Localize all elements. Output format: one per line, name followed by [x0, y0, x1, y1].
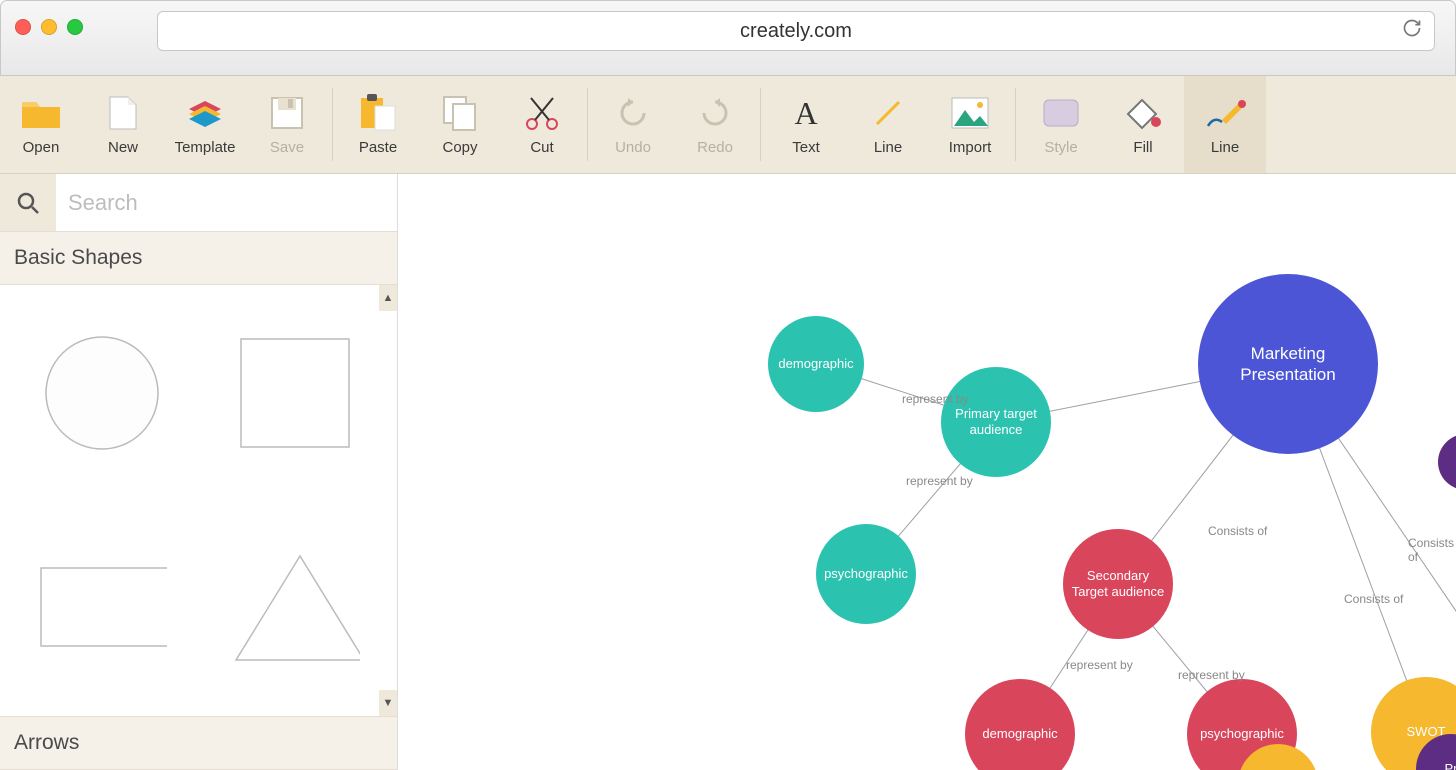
pencil-line-icon	[1203, 93, 1247, 133]
cut-label: Cut	[530, 139, 553, 156]
window-controls	[15, 19, 83, 35]
text-icon: A	[784, 93, 828, 133]
cut-icon	[520, 93, 564, 133]
scroll-down-icon[interactable]: ▼	[379, 690, 397, 716]
arrows-label: Arrows	[14, 731, 79, 754]
toolbar: Open New Template Save Paste	[0, 76, 1456, 174]
save-icon	[265, 93, 309, 133]
svg-text:A: A	[794, 96, 817, 130]
edge-label: represent by	[1178, 668, 1245, 682]
line-tool-button[interactable]: Line	[847, 76, 929, 173]
import-icon	[948, 93, 992, 133]
shape-triangle[interactable]	[230, 543, 360, 673]
minimize-window-icon[interactable]	[41, 19, 57, 35]
open-label: Open	[23, 139, 60, 156]
style-button[interactable]: Style	[1020, 76, 1102, 173]
edge-label: Consists of	[1208, 524, 1267, 538]
reload-icon[interactable]	[1402, 18, 1422, 44]
import-label: Import	[949, 139, 992, 156]
copy-button[interactable]: Copy	[419, 76, 501, 173]
new-file-icon	[101, 93, 145, 133]
edge-label: Consists of	[1408, 536, 1456, 564]
close-window-icon[interactable]	[15, 19, 31, 35]
fill-label: Fill	[1133, 139, 1152, 156]
save-label: Save	[270, 139, 304, 156]
text-label: Text	[792, 139, 820, 156]
edges-layer	[398, 174, 1456, 770]
main-area: Basic Shapes ▲ ▼ Arrows	[0, 174, 1456, 770]
template-label: Template	[175, 139, 236, 156]
browser-chrome: creately.com	[0, 0, 1456, 76]
toolbar-separator	[332, 88, 333, 161]
template-button[interactable]: Template	[164, 76, 246, 173]
text-tool-button[interactable]: A Text	[765, 76, 847, 173]
line-style-button[interactable]: Line	[1184, 76, 1266, 173]
style-icon	[1039, 93, 1083, 133]
diagram-node[interactable]: demographic	[768, 316, 864, 412]
url-text: creately.com	[740, 20, 852, 43]
line-tool-label: Line	[874, 139, 902, 156]
paste-icon	[356, 93, 400, 133]
redo-icon	[693, 93, 737, 133]
undo-button[interactable]: Undo	[592, 76, 674, 173]
search-row	[0, 174, 397, 232]
arrows-header[interactable]: Arrows	[0, 716, 397, 770]
template-icon	[183, 93, 227, 133]
edge-label: Consists of	[1344, 592, 1403, 606]
line-icon	[866, 93, 910, 133]
fill-button[interactable]: Fill	[1102, 76, 1184, 173]
redo-button[interactable]: Redo	[674, 76, 756, 173]
shape-circle[interactable]	[37, 328, 167, 458]
maximize-window-icon[interactable]	[67, 19, 83, 35]
style-label: Style	[1044, 139, 1077, 156]
copy-icon	[438, 93, 482, 133]
toolbar-separator	[1015, 88, 1016, 161]
fill-icon	[1121, 93, 1165, 133]
undo-icon	[611, 93, 655, 133]
line-style-label: Line	[1211, 139, 1239, 156]
basic-shapes-label: Basic Shapes	[14, 246, 142, 269]
diagram-node[interactable]: Secondary Target audience	[1063, 529, 1173, 639]
import-button[interactable]: Import	[929, 76, 1011, 173]
paste-button[interactable]: Paste	[337, 76, 419, 173]
shape-palette	[0, 285, 397, 716]
search-input[interactable]	[56, 174, 397, 231]
edge-label: represent by	[902, 392, 969, 406]
shape-rectangle[interactable]	[37, 543, 167, 673]
toolbar-separator	[760, 88, 761, 161]
shape-square[interactable]	[230, 328, 360, 458]
toolbar-separator	[587, 88, 588, 161]
save-button[interactable]: Save	[246, 76, 328, 173]
url-bar[interactable]: creately.com	[157, 11, 1435, 51]
redo-label: Redo	[697, 139, 733, 156]
diagram-canvas[interactable]: Marketing Presentation Primary target aud…	[398, 174, 1456, 770]
cut-button[interactable]: Cut	[501, 76, 583, 173]
edge-label: represent by	[1066, 658, 1133, 672]
diagram-node[interactable]: Primary target audience	[941, 367, 1051, 477]
shapes-sidebar: Basic Shapes ▲ ▼ Arrows	[0, 174, 398, 770]
folder-icon	[19, 93, 63, 133]
open-button[interactable]: Open	[0, 76, 82, 173]
search-icon[interactable]	[0, 174, 56, 231]
edge-label: represent by	[906, 474, 973, 488]
diagram-node[interactable]: Marketing Presentation	[1198, 274, 1378, 454]
new-button[interactable]: New	[82, 76, 164, 173]
basic-shapes-header[interactable]: Basic Shapes	[0, 232, 397, 285]
new-label: New	[108, 139, 138, 156]
undo-label: Undo	[615, 139, 651, 156]
copy-label: Copy	[442, 139, 477, 156]
scroll-up-icon[interactable]: ▲	[379, 285, 397, 311]
diagram-node[interactable]: psychographic	[816, 524, 916, 624]
paste-label: Paste	[359, 139, 397, 156]
